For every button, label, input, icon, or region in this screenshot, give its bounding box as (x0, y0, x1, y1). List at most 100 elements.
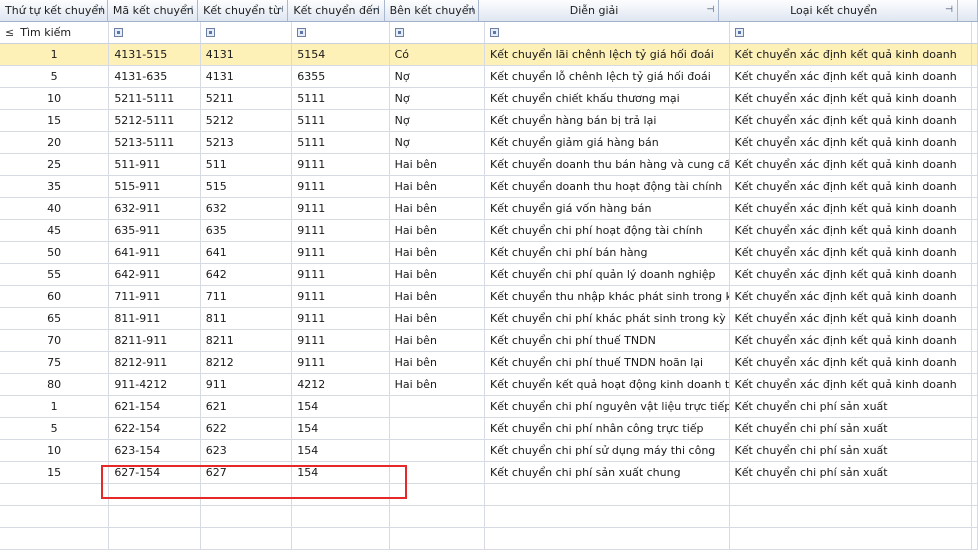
table-row[interactable]: 1 4131-515 4131 5154 Có Kết chuyển lãi chênh … (0, 44, 978, 66)
filter-icon[interactable] (114, 27, 124, 37)
table-row[interactable]: 1 621-154 621 154 Kết chuyển chi phí nguyên … (0, 396, 978, 418)
cell-code[interactable]: 623-154 (109, 440, 201, 462)
filter-description-cell[interactable] (485, 22, 730, 44)
cell-to[interactable]: 9111 (292, 352, 390, 374)
filter-icon[interactable] (734, 27, 744, 37)
cell-description[interactable]: Kết chuyển chi phí nguyên vật liệu trực … (485, 396, 730, 418)
cell-side[interactable]: Hai bên (389, 352, 486, 374)
cell-type[interactable]: Kết chuyển chi phí sản xuất (729, 462, 972, 484)
cell-to[interactable]: 9111 (292, 176, 390, 198)
cell-to[interactable]: 9111 (292, 286, 390, 308)
cell-order[interactable]: 15 (0, 110, 110, 132)
cell-from[interactable]: 621 (200, 396, 293, 418)
cell-code[interactable]: 642-911 (109, 264, 201, 286)
cell-to[interactable]: 9111 (292, 264, 390, 286)
cell-from[interactable]: 711 (200, 286, 293, 308)
cell-side[interactable]: Nợ (389, 66, 486, 88)
cell-type[interactable]: Kết chuyển xác định kết quả kinh doanh (729, 132, 972, 154)
filter-from-cell[interactable] (200, 22, 293, 44)
header-type[interactable]: Loại kết chuyển ⊣ (719, 0, 959, 22)
header-order[interactable]: Thứ tự kết chuyển ⊣ (0, 0, 108, 22)
cell-type[interactable]: Kết chuyển xác định kết quả kinh doanh (729, 66, 972, 88)
table-row[interactable]: 15 5212-5111 5212 5111 Nợ Kết chuyển hàng bán… (0, 110, 978, 132)
cell-code[interactable]: 635-911 (109, 220, 201, 242)
cell-type[interactable]: Kết chuyển chi phí sản xuất (729, 418, 972, 440)
cell-code[interactable]: 622-154 (109, 418, 201, 440)
table-row[interactable]: 15 627-154 627 154 Kết chuyển chi phí sản xu… (0, 462, 978, 484)
table-row[interactable]: 25 511-911 511 9111 Hai bên Kết chuyển doanh … (0, 154, 978, 176)
cell-code[interactable]: 511-911 (109, 154, 201, 176)
table-row[interactable]: 10 623-154 623 154 Kết chuyển chi phí sử dụn… (0, 440, 978, 462)
cell-description[interactable]: Kết chuyển chi phí hoạt động tài chính (485, 220, 730, 242)
cell-code[interactable]: 627-154 (109, 462, 201, 484)
cell-description[interactable]: Kết chuyển chi phí khác phát sinh trong … (485, 308, 730, 330)
cell-from[interactable]: 5212 (200, 110, 293, 132)
pin-icon[interactable]: ⊣ (945, 0, 953, 21)
cell-type[interactable]: Kết chuyển xác định kết quả kinh doanh (729, 264, 972, 286)
cell-side[interactable]: Hai bên (389, 374, 486, 396)
cell-side[interactable]: Hai bên (389, 198, 486, 220)
cell-side[interactable] (389, 396, 486, 418)
cell-to[interactable]: 154 (292, 418, 390, 440)
cell-code[interactable]: 621-154 (109, 396, 201, 418)
table-row[interactable]: 70 8211-911 8211 9111 Hai bên Kết chuyển chi … (0, 330, 978, 352)
cell-side[interactable]: Hai bên (389, 308, 486, 330)
cell-type[interactable]: Kết chuyển xác định kết quả kinh doanh (729, 110, 972, 132)
cell-to[interactable]: 9111 (292, 308, 390, 330)
cell-order[interactable]: 35 (0, 176, 110, 198)
filter-icon[interactable] (205, 27, 215, 37)
cell-order[interactable]: 20 (0, 132, 110, 154)
cell-description[interactable]: Kết chuyển doanh thu bán hàng và cung cấ… (485, 154, 730, 176)
cell-side[interactable]: Hai bên (389, 264, 486, 286)
cell-code[interactable]: 8212-911 (109, 352, 201, 374)
cell-code[interactable]: 5211-5111 (109, 88, 201, 110)
cell-side[interactable] (389, 462, 486, 484)
pin-icon[interactable]: ⊣ (95, 0, 103, 21)
pin-icon[interactable]: ⊣ (185, 0, 193, 21)
cell-from[interactable]: 8212 (200, 352, 293, 374)
cell-code[interactable]: 4131-635 (109, 66, 201, 88)
cell-order[interactable]: 65 (0, 308, 110, 330)
cell-order[interactable]: 60 (0, 286, 110, 308)
cell-from[interactable]: 641 (200, 242, 293, 264)
cell-code[interactable]: 5212-5111 (109, 110, 201, 132)
cell-side[interactable]: Nợ (389, 110, 486, 132)
cell-order[interactable]: 15 (0, 462, 110, 484)
cell-description[interactable]: Kết chuyển chi phí nhân công trực tiếp (485, 418, 730, 440)
cell-type[interactable]: Kết chuyển xác định kết quả kinh doanh (729, 154, 972, 176)
table-row[interactable]: 35 515-911 515 9111 Hai bên Kết chuyển doanh … (0, 176, 978, 198)
table-row[interactable]: 20 5213-5111 5213 5111 Nợ Kết chuyển giảm giá… (0, 132, 978, 154)
cell-description[interactable]: Kết chuyển lỗ chênh lệch tỷ giá hối đoái (485, 66, 730, 88)
table-row[interactable]: 10 5211-5111 5211 5111 Nợ Kết chuyển chiết kh… (0, 88, 978, 110)
cell-type[interactable]: Kết chuyển chi phí sản xuất (729, 440, 972, 462)
filter-icon[interactable] (394, 27, 404, 37)
cell-description[interactable]: Kết chuyển chi phí thuế TNDN hoãn lại (485, 352, 730, 374)
table-row[interactable]: 80 911-4212 911 4212 Hai bên Kết chuyển kết q… (0, 374, 978, 396)
table-row[interactable]: 50 641-911 641 9111 Hai bên Kết chuyển chi ph… (0, 242, 978, 264)
cell-description[interactable]: Kết chuyển giảm giá hàng bán (485, 132, 730, 154)
cell-type[interactable]: Kết chuyển xác định kết quả kinh doanh (729, 44, 972, 66)
cell-from[interactable]: 4131 (200, 66, 293, 88)
cell-from[interactable]: 8211 (200, 330, 293, 352)
cell-description[interactable]: Kết chuyển chi phí sử dụng máy thi công (485, 440, 730, 462)
cell-from[interactable]: 632 (200, 198, 293, 220)
cell-type[interactable]: Kết chuyển xác định kết quả kinh doanh (729, 176, 972, 198)
cell-description[interactable]: Kết chuyển lãi chênh lệch tỷ giá hối đoá… (485, 44, 730, 66)
table-row[interactable]: 45 635-911 635 9111 Hai bên Kết chuyển chi ph… (0, 220, 978, 242)
cell-description[interactable]: Kết chuyển doanh thu hoạt động tài chính (485, 176, 730, 198)
filter-type-cell[interactable] (729, 22, 972, 44)
cell-side[interactable]: Nợ (389, 132, 486, 154)
cell-code[interactable]: 5213-5111 (109, 132, 201, 154)
cell-type[interactable]: Kết chuyển xác định kết quả kinh doanh (729, 198, 972, 220)
cell-code[interactable]: 632-911 (109, 198, 201, 220)
filter-operator[interactable]: ≤ (5, 22, 14, 43)
cell-to[interactable]: 154 (292, 462, 390, 484)
cell-from[interactable]: 5213 (200, 132, 293, 154)
header-code[interactable]: Mã kết chuyển ⊣ (107, 0, 199, 22)
cell-from[interactable]: 623 (200, 440, 293, 462)
cell-type[interactable]: Kết chuyển xác định kết quả kinh doanh (729, 242, 972, 264)
cell-type[interactable]: Kết chuyển chi phí sản xuất (729, 396, 972, 418)
cell-from[interactable]: 511 (200, 154, 293, 176)
cell-description[interactable]: Kết chuyển thu nhập khác phát sinh trong… (485, 286, 730, 308)
cell-order[interactable]: 1 (0, 44, 110, 66)
